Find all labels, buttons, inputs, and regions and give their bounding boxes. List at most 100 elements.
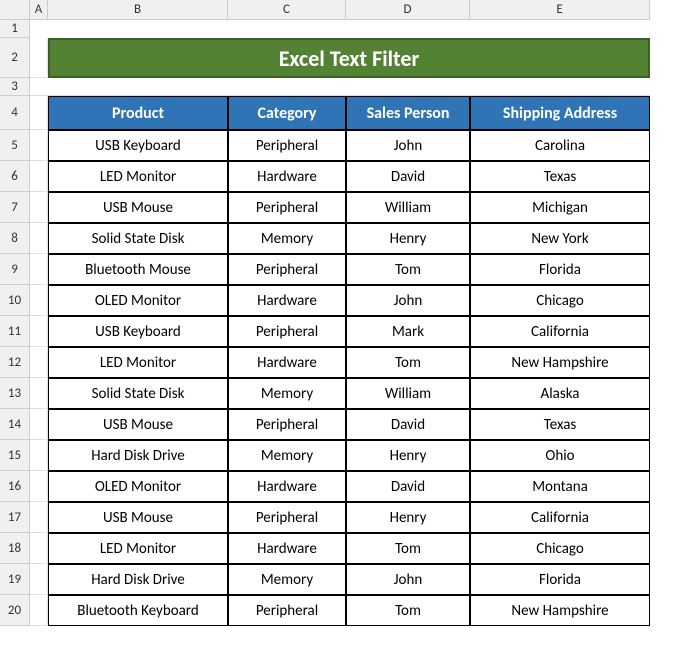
cell-d10[interactable]: John [346, 285, 470, 316]
row-header-18[interactable]: 18 [0, 533, 30, 564]
cell-d3[interactable] [346, 78, 470, 96]
cell-a20[interactable] [30, 595, 48, 626]
cell-e12[interactable]: New Hampshire [470, 347, 650, 378]
cell-e5[interactable]: Carolina [470, 130, 650, 161]
row-header-8[interactable]: 8 [0, 223, 30, 254]
cell-b14[interactable]: USB Mouse [48, 409, 228, 440]
cell-b5[interactable]: USB Keyboard [48, 130, 228, 161]
cell-e19[interactable]: Florida [470, 564, 650, 595]
row-header-13[interactable]: 13 [0, 378, 30, 409]
cell-c19[interactable]: Memory [228, 564, 346, 595]
cell-c7[interactable]: Peripheral [228, 192, 346, 223]
cell-b16[interactable]: OLED Monitor [48, 471, 228, 502]
cell-d11[interactable]: Mark [346, 316, 470, 347]
cell-d12[interactable]: Tom [346, 347, 470, 378]
cell-e18[interactable]: Chicago [470, 533, 650, 564]
cell-e14[interactable]: Texas [470, 409, 650, 440]
cell-a3[interactable] [30, 78, 48, 96]
row-header-19[interactable]: 19 [0, 564, 30, 595]
row-header-7[interactable]: 7 [0, 192, 30, 223]
cell-d15[interactable]: Henry [346, 440, 470, 471]
cell-b11[interactable]: USB Keyboard [48, 316, 228, 347]
cell-a6[interactable] [30, 161, 48, 192]
cell-e7[interactable]: Michigan [470, 192, 650, 223]
cell-a16[interactable] [30, 471, 48, 502]
cell-e13[interactable]: Alaska [470, 378, 650, 409]
cell-e20[interactable]: New Hampshire [470, 595, 650, 626]
title-cell[interactable]: Excel Text Filter [48, 38, 650, 78]
row-header-9[interactable]: 9 [0, 254, 30, 285]
cell-a19[interactable] [30, 564, 48, 595]
cell-c12[interactable]: Hardware [228, 347, 346, 378]
row-header-16[interactable]: 16 [0, 471, 30, 502]
header-shipping-address[interactable]: Shipping Address [470, 96, 650, 130]
row-header-12[interactable]: 12 [0, 347, 30, 378]
col-header-c[interactable]: C [228, 0, 346, 20]
cell-a4[interactable] [30, 96, 48, 130]
cell-a17[interactable] [30, 502, 48, 533]
cell-c14[interactable]: Peripheral [228, 409, 346, 440]
cell-d13[interactable]: William [346, 378, 470, 409]
col-header-b[interactable]: B [48, 0, 228, 20]
cell-d6[interactable]: David [346, 161, 470, 192]
select-all-corner[interactable] [0, 0, 30, 20]
cell-d7[interactable]: William [346, 192, 470, 223]
row-header-20[interactable]: 20 [0, 595, 30, 626]
col-header-d[interactable]: D [346, 0, 470, 20]
col-header-a[interactable]: A [30, 0, 48, 20]
cell-e3[interactable] [470, 78, 650, 96]
row-header-11[interactable]: 11 [0, 316, 30, 347]
row-header-2[interactable]: 2 [0, 38, 30, 78]
cell-b18[interactable]: LED Monitor [48, 533, 228, 564]
cell-b9[interactable]: Bluetooth Mouse [48, 254, 228, 285]
cell-c3[interactable] [228, 78, 346, 96]
cell-d8[interactable]: Henry [346, 223, 470, 254]
cell-a5[interactable] [30, 130, 48, 161]
cell-c6[interactable]: Hardware [228, 161, 346, 192]
cell-b7[interactable]: USB Mouse [48, 192, 228, 223]
row-header-1[interactable]: 1 [0, 20, 30, 38]
row-header-4[interactable]: 4 [0, 96, 30, 130]
cell-a10[interactable] [30, 285, 48, 316]
cell-c18[interactable]: Hardware [228, 533, 346, 564]
cell-c20[interactable]: Peripheral [228, 595, 346, 626]
cell-a12[interactable] [30, 347, 48, 378]
cell-d20[interactable]: Tom [346, 595, 470, 626]
row-header-5[interactable]: 5 [0, 130, 30, 161]
cell-d9[interactable]: Tom [346, 254, 470, 285]
cell-b13[interactable]: Solid State Disk [48, 378, 228, 409]
col-header-e[interactable]: E [470, 0, 650, 20]
cell-b6[interactable]: LED Monitor [48, 161, 228, 192]
cell-b1[interactable] [48, 20, 228, 38]
cell-d5[interactable]: John [346, 130, 470, 161]
row-header-15[interactable]: 15 [0, 440, 30, 471]
header-product[interactable]: Product [48, 96, 228, 130]
cell-b10[interactable]: OLED Monitor [48, 285, 228, 316]
cell-a1[interactable] [30, 20, 48, 38]
cell-a18[interactable] [30, 533, 48, 564]
cell-b15[interactable]: Hard Disk Drive [48, 440, 228, 471]
cell-a13[interactable] [30, 378, 48, 409]
cell-d18[interactable]: Tom [346, 533, 470, 564]
cell-c1[interactable] [228, 20, 346, 38]
cell-a14[interactable] [30, 409, 48, 440]
cell-a2[interactable] [30, 38, 48, 78]
header-category[interactable]: Category [228, 96, 346, 130]
cell-c15[interactable]: Memory [228, 440, 346, 471]
cell-a8[interactable] [30, 223, 48, 254]
cell-e10[interactable]: Chicago [470, 285, 650, 316]
cell-e17[interactable]: California [470, 502, 650, 533]
cell-d16[interactable]: David [346, 471, 470, 502]
cell-e11[interactable]: California [470, 316, 650, 347]
header-sales-person[interactable]: Sales Person [346, 96, 470, 130]
row-header-10[interactable]: 10 [0, 285, 30, 316]
cell-e1[interactable] [470, 20, 650, 38]
cell-e6[interactable]: Texas [470, 161, 650, 192]
cell-d1[interactable] [346, 20, 470, 38]
cell-c11[interactable]: Peripheral [228, 316, 346, 347]
cell-c10[interactable]: Hardware [228, 285, 346, 316]
cell-e9[interactable]: Florida [470, 254, 650, 285]
row-header-17[interactable]: 17 [0, 502, 30, 533]
cell-b8[interactable]: Solid State Disk [48, 223, 228, 254]
cell-a7[interactable] [30, 192, 48, 223]
